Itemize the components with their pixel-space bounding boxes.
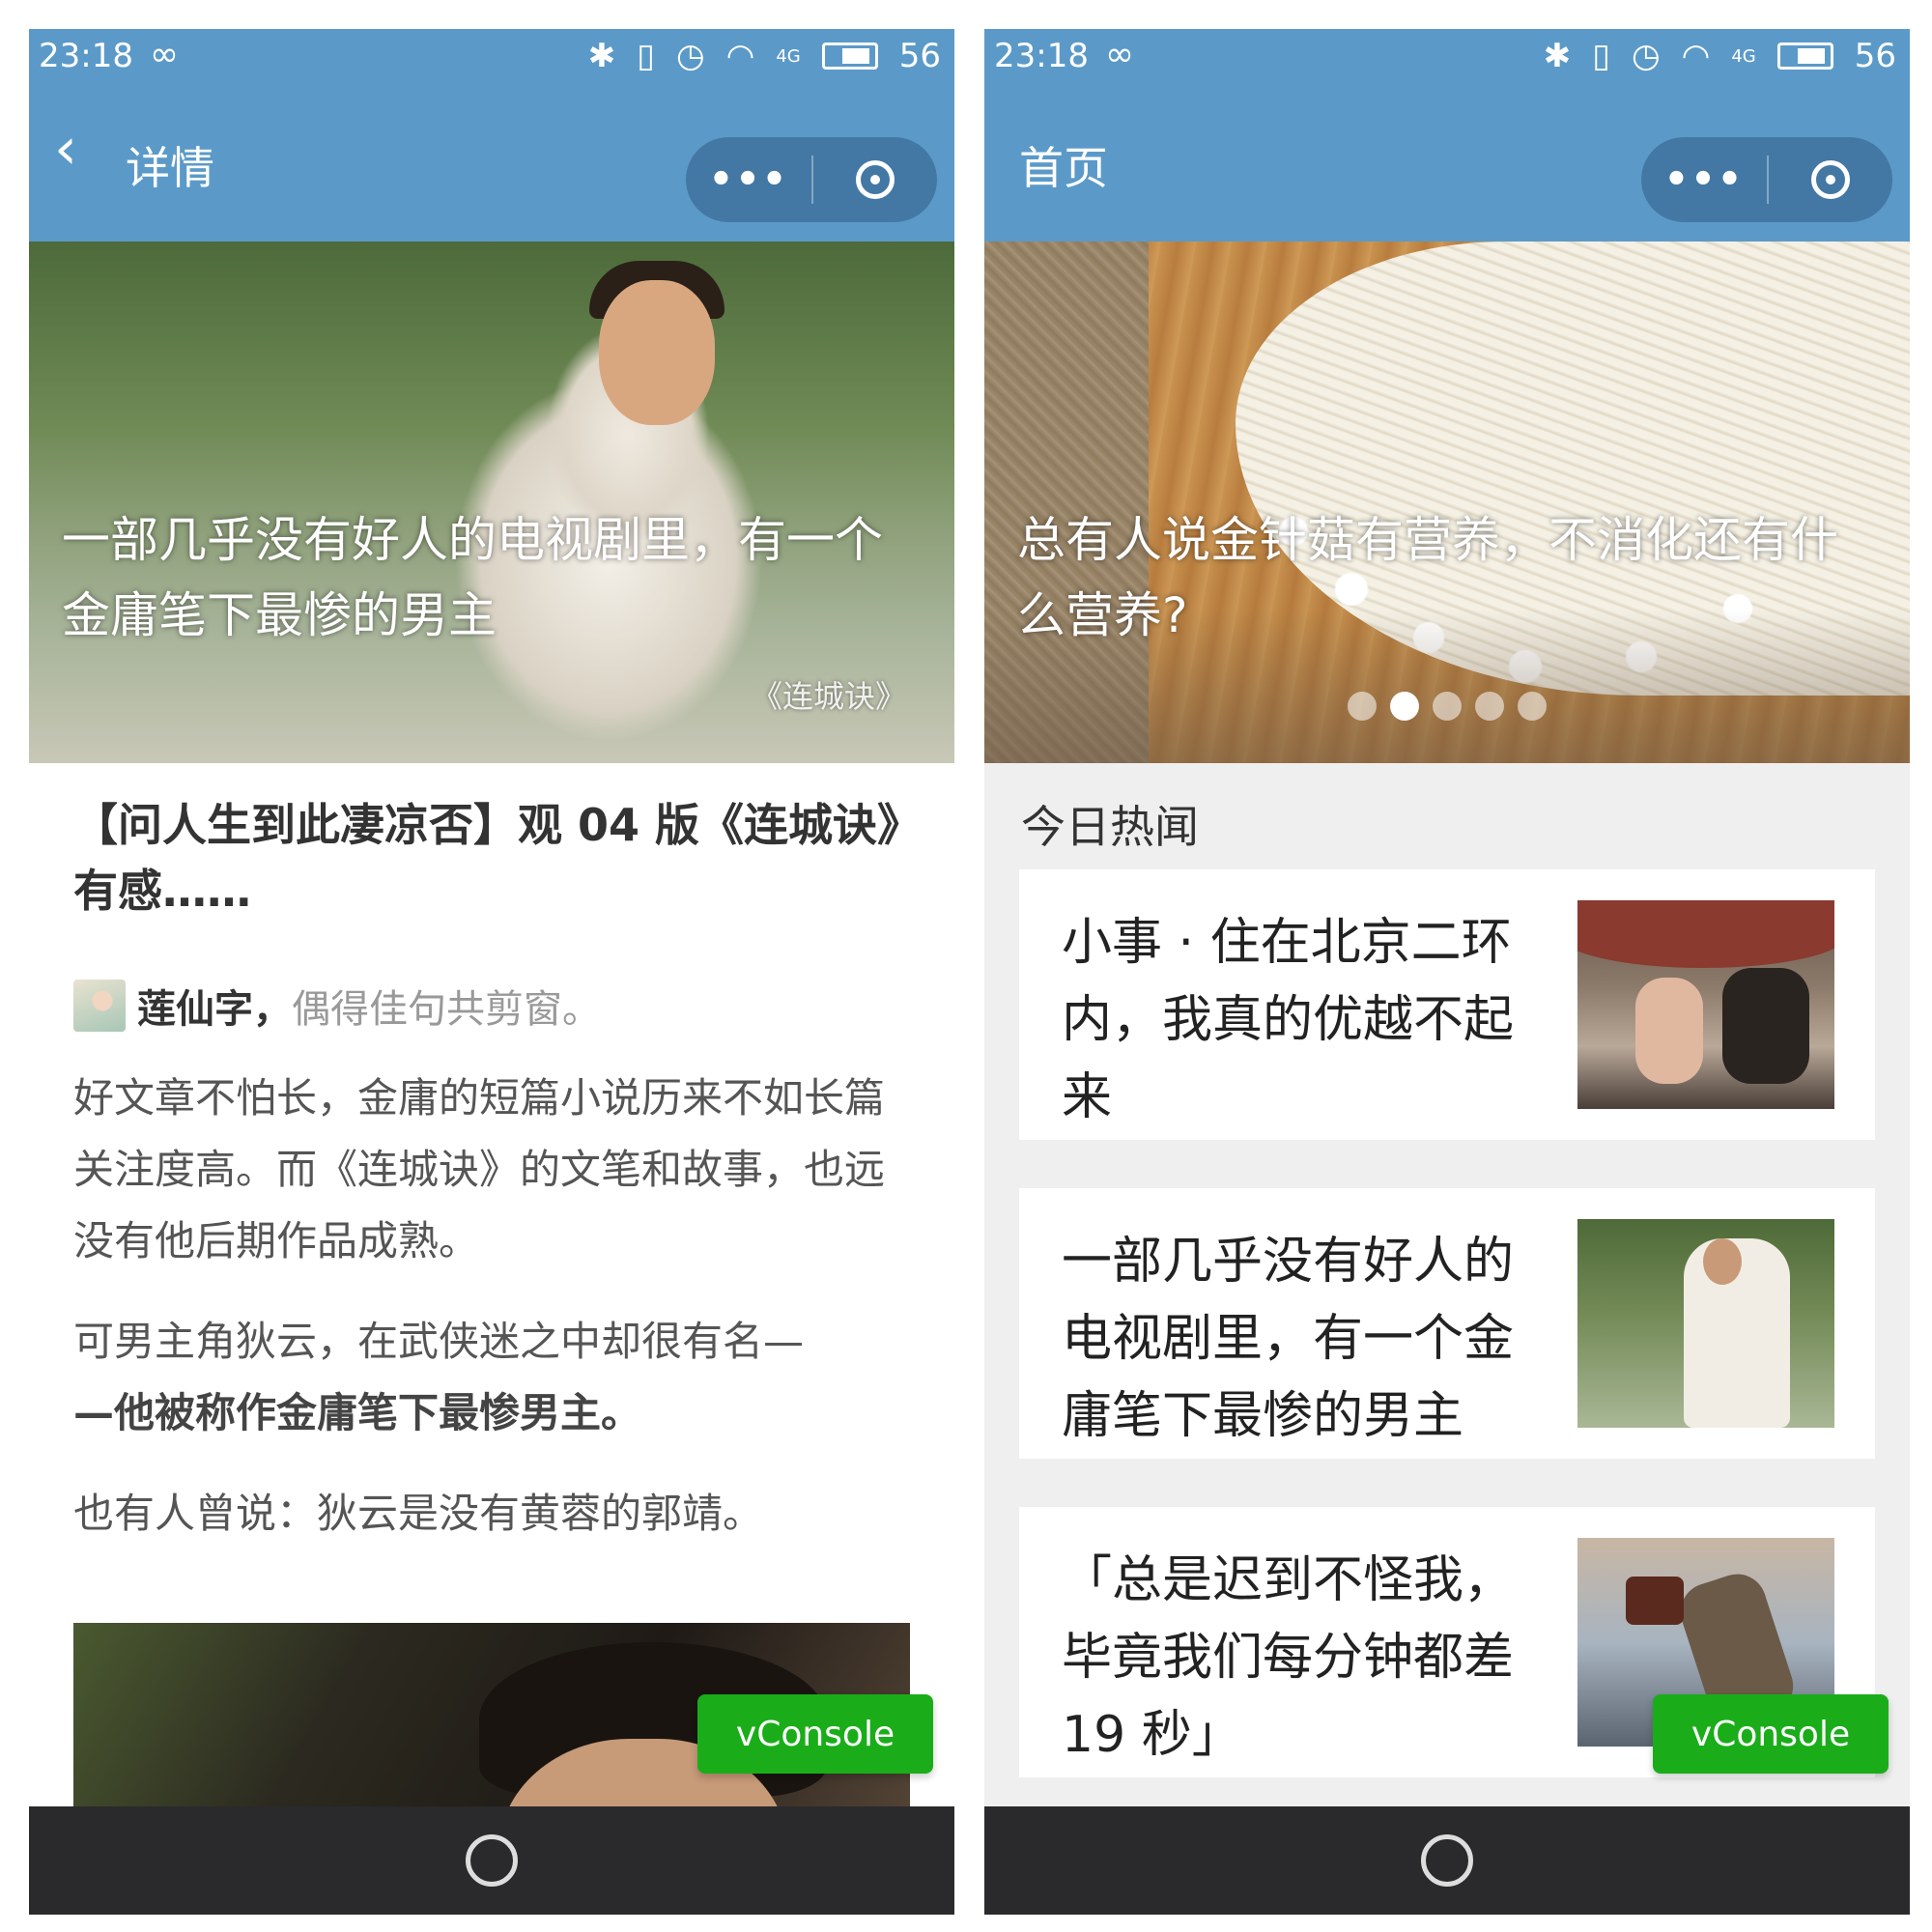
- carousel-dots: [1348, 692, 1547, 721]
- wifi-icon: ◠: [725, 37, 755, 75]
- home-screen: 23:18 ∞ ✱ ▯ ◷ ◠ 4G 56 首页 ••• 总有人说金针菇有营养，…: [984, 29, 1910, 1915]
- news-card[interactable]: 小事 · 住在北京二环内，我真的优越不起来: [1019, 869, 1875, 1140]
- banner-carousel[interactable]: 总有人说金针菇有营养，不消化还有什么营养?: [984, 242, 1910, 763]
- close-program-button[interactable]: [1769, 160, 1892, 199]
- thumbnail-umbrella: [1577, 900, 1834, 968]
- section-heading: 今日热闻: [1021, 801, 1199, 853]
- alarm-icon: ◷: [1631, 37, 1661, 75]
- detail-screen: 23:18 ∞ ✱ ▯ ◷ ◠ 4G 56 ‹ 详情 ••• 一部几乎没有好人的…: [29, 29, 954, 1915]
- thumbnail-person: [1635, 978, 1703, 1084]
- author-line: 莲仙字， 偶得佳句共剪窗。: [73, 978, 904, 1034]
- more-icon[interactable]: •••: [686, 157, 811, 202]
- status-time: 23:18: [994, 37, 1089, 75]
- carousel-dot[interactable]: [1433, 692, 1462, 721]
- page-title: 详情: [126, 142, 214, 194]
- battery-level: 56: [1854, 37, 1896, 75]
- hero-caption: 《连城诀》: [751, 678, 906, 715]
- vconsole-button[interactable]: vConsole: [697, 1694, 933, 1774]
- hero-title: 一部几乎没有好人的电视剧里，有一个金庸笔下最惨的男主: [62, 512, 883, 643]
- author-name: 莲仙字，: [137, 987, 292, 1032]
- paragraph-bold-text: —他被称作金庸笔下最惨男主。: [73, 1389, 642, 1436]
- news-card-title: 小事 · 住在北京二环内，我真的优越不起来: [1062, 914, 1515, 1126]
- banner-title: 总有人说金针菇有营养，不消化还有什么营养?: [1017, 512, 1838, 643]
- signal-icon: 4G: [1731, 45, 1756, 67]
- author-avatar[interactable]: [73, 980, 126, 1032]
- battery-icon: [1776, 43, 1833, 70]
- link-icon: ∞: [150, 35, 179, 74]
- article-paragraph: 好文章不怕长，金庸的短篇小说历来不如长篇关注度高。而《连城诀》的文笔和故事，也远…: [73, 1074, 886, 1264]
- mini-program-capsule: •••: [686, 137, 937, 222]
- news-card-thumbnail: [1577, 1219, 1834, 1428]
- news-card-title: 一部几乎没有好人的电视剧里，有一个金庸笔下最惨的男主: [1062, 1233, 1515, 1445]
- article-paragraph: 可男主角狄云，在武侠迷之中却很有名— —他被称作金庸笔下最惨男主。: [73, 1306, 904, 1449]
- news-card[interactable]: 一部几乎没有好人的电视剧里，有一个金庸笔下最惨的男主: [1019, 1188, 1875, 1459]
- close-program-button[interactable]: [813, 160, 937, 199]
- system-nav-bar: [29, 1806, 954, 1915]
- hero-image: 一部几乎没有好人的电视剧里，有一个金庸笔下最惨的男主 《连城诀》: [29, 242, 954, 763]
- signal-icon: 4G: [776, 45, 801, 67]
- link-icon: ∞: [1105, 35, 1134, 74]
- home-icon[interactable]: [1421, 1834, 1473, 1887]
- vconsole-button[interactable]: vConsole: [1653, 1694, 1889, 1774]
- article: 【问人生到此凄凉否】观 04 版《连城诀》有感…… 莲仙字， 偶得佳句共剪窗。 …: [73, 792, 904, 1549]
- system-nav-bar: [984, 1806, 1910, 1915]
- more-icon[interactable]: •••: [1641, 157, 1767, 202]
- carousel-dot[interactable]: [1475, 692, 1504, 721]
- bluetooth-icon: ✱: [587, 37, 616, 75]
- status-bar: 23:18 ∞ ✱ ▯ ◷ ◠ 4G 56: [29, 29, 954, 87]
- bluetooth-icon: ✱: [1543, 37, 1572, 75]
- status-bar: 23:18 ∞ ✱ ▯ ◷ ◠ 4G 56: [984, 29, 1910, 87]
- article-paragraph: 也有人曾说：狄云是没有黄蓉的郭靖。: [73, 1490, 764, 1537]
- target-icon: [1811, 160, 1850, 199]
- mini-program-capsule: •••: [1641, 137, 1892, 222]
- battery-level: 56: [898, 37, 941, 75]
- wifi-icon: ◠: [1681, 37, 1711, 75]
- hero-figure-face: [599, 280, 715, 425]
- carousel-dot[interactable]: [1518, 692, 1547, 721]
- article-heading: 【问人生到此凄凉否】观 04 版《连城诀》有感……: [73, 799, 900, 917]
- nav-bar: ‹ 详情 •••: [29, 87, 954, 242]
- target-icon: [856, 160, 895, 199]
- carousel-dot[interactable]: [1348, 692, 1377, 721]
- thumbnail-bag: [1626, 1577, 1684, 1625]
- news-card-title: 「总是迟到不怪我，毕竟我们每分钟都差 19 秒」: [1062, 1551, 1515, 1764]
- page-title: 首页: [1019, 142, 1108, 194]
- back-chevron-icon[interactable]: ‹: [54, 120, 77, 178]
- status-icons: ✱ ▯ ◷ ◠ 4G 56: [588, 37, 941, 75]
- author-signature: 偶得佳句共剪窗。: [292, 987, 601, 1032]
- paragraph-text: 可男主角狄云，在武侠迷之中却很有名—: [73, 1318, 805, 1365]
- status-time: 23:18: [39, 37, 133, 75]
- alarm-icon: ◷: [675, 37, 705, 75]
- thumbnail-head: [1703, 1238, 1742, 1285]
- vibrate-icon: ▯: [637, 37, 655, 75]
- news-card-thumbnail: [1577, 900, 1834, 1109]
- carousel-dot[interactable]: [1390, 692, 1419, 721]
- nav-bar: 首页 •••: [984, 87, 1910, 242]
- thumbnail-person: [1722, 968, 1809, 1084]
- status-icons: ✱ ▯ ◷ ◠ 4G 56: [1544, 37, 1896, 75]
- battery-icon: [821, 43, 878, 70]
- home-icon[interactable]: [466, 1834, 518, 1887]
- vibrate-icon: ▯: [1592, 37, 1610, 75]
